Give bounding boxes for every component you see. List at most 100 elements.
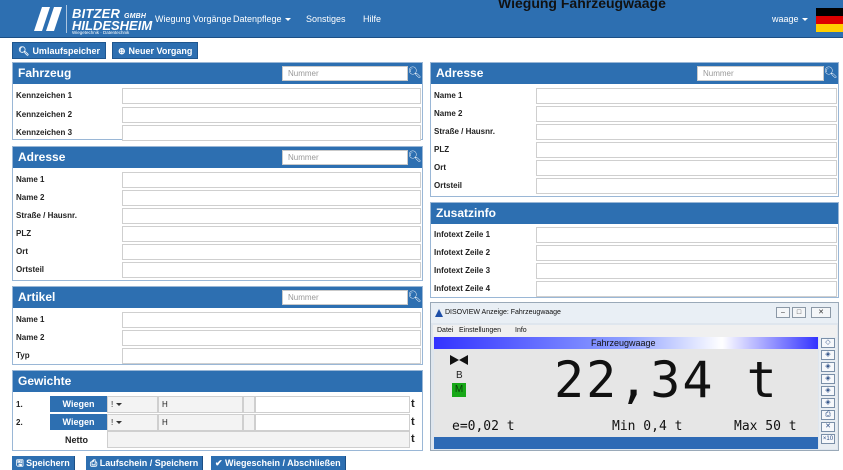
search-icon[interactable]: 🔍︎ [407, 150, 422, 165]
gewichte-h-field[interactable]: H [158, 414, 243, 431]
nav-wiegung[interactable]: Wiegung [155, 14, 191, 24]
infotext2-input[interactable] [536, 245, 837, 261]
minimize-icon[interactable]: – [776, 307, 790, 318]
ort-input[interactable] [122, 244, 421, 260]
close-icon[interactable]: ✕ [811, 307, 831, 318]
diamond-icon[interactable]: ◈ [821, 374, 835, 384]
wiegen-button[interactable]: Wiegen [50, 414, 107, 430]
cancel-x-icon[interactable]: ✕ [821, 422, 835, 432]
scale-name: Fahrzeugwaage [591, 338, 656, 348]
disoview-menubar: Datei Einstellungen Info [433, 325, 837, 337]
adresse-left-row: Ort [13, 243, 422, 260]
dropdown-value: ! [111, 400, 114, 409]
name1-input[interactable] [536, 88, 837, 104]
ortsteil-input[interactable] [122, 262, 421, 278]
umlaufspeicher-button[interactable]: 🔍︎ Umlaufspeicher [12, 42, 106, 59]
diamond-icon[interactable]: ◈ [821, 350, 835, 360]
gewicht-unit: t [411, 416, 415, 428]
menu-info[interactable]: Info [515, 327, 527, 334]
infotext1-label: Infotext Zeile 1 [434, 230, 491, 239]
fahrzeug-header: Fahrzeug Nummer 🔍︎ [13, 63, 422, 84]
menu-einstellungen[interactable]: Einstellungen [459, 327, 501, 334]
infotext3-input[interactable] [536, 263, 837, 279]
strasse-input[interactable] [536, 124, 837, 140]
adresse-right-search-input[interactable]: Nummer [697, 66, 824, 81]
search-icon: 🔍︎ [18, 46, 30, 56]
language-flag-icon[interactable] [816, 8, 843, 32]
speichern-button[interactable]: 🖫︎ Speichern [12, 456, 75, 470]
printer-icon[interactable]: ⎙ [821, 410, 835, 420]
diamond-icon[interactable]: ◈ [821, 362, 835, 372]
adresse-right-panel: Adresse Nummer 🔍︎ Name 1 Name 2 Straße /… [430, 62, 839, 197]
fahrzeug-search-input[interactable]: Nummer [282, 66, 408, 81]
name2-input[interactable] [536, 106, 837, 122]
nav-sonstiges[interactable]: Sonstiges [306, 14, 346, 24]
gewicht-value-field[interactable] [255, 414, 410, 431]
adresse-right-row: Name 2 [431, 105, 838, 122]
maximize-icon[interactable]: □ [792, 307, 806, 318]
gewichte-dropdown[interactable]: ! [107, 414, 158, 431]
gewichte-h-field[interactable]: H [158, 396, 243, 413]
zusatzinfo-row: Infotext Zeile 4 [431, 280, 838, 297]
artikel-name2-input[interactable] [122, 330, 421, 346]
wiegeschein-button[interactable]: ✔ Wiegeschein / Abschließen [211, 456, 346, 470]
nav-vorgaenge[interactable]: Vorgänge [193, 14, 232, 24]
netto-unit: t [411, 433, 415, 445]
search-icon[interactable]: 🔍︎ [407, 290, 422, 305]
strasse-input[interactable] [122, 208, 421, 224]
gewicht-unit: t [411, 398, 415, 410]
wiegen-button[interactable]: Wiegen [50, 396, 107, 412]
gewicht-value-field[interactable] [255, 396, 410, 413]
plz-input[interactable] [122, 226, 421, 242]
artikel-row: Typ [13, 347, 422, 364]
disoview-titlebar[interactable]: DISOVIEW Anzeige: Fahrzeugwaage – □ ✕ [431, 303, 838, 323]
brand-logo[interactable]: BITZER GMBH HILDESHEIM Wiegetechnik · Da… [30, 3, 152, 35]
weight-display: 22,34 t [554, 351, 779, 409]
infotext3-label: Infotext Zeile 3 [434, 266, 491, 275]
artikel-search-input[interactable]: Nummer [282, 290, 408, 305]
adresse-right-title: Adresse [436, 66, 484, 80]
zusatzinfo-panel: Zusatzinfo Infotext Zeile 1 Infotext Zei… [430, 202, 839, 298]
ort-label: Ort [434, 163, 446, 172]
kennzeichen3-input[interactable] [122, 125, 421, 141]
diamond-icon[interactable]: ◈ [821, 398, 835, 408]
name1-input[interactable] [122, 172, 421, 188]
min-value: Min 0,4 t [612, 419, 683, 434]
diamond-icon[interactable]: ◈ [821, 386, 835, 396]
gewichte-dropdown[interactable]: ! [107, 396, 158, 413]
user-menu[interactable]: waage [772, 14, 808, 24]
kennzeichen2-input[interactable] [122, 107, 421, 123]
artikel-header: Artikel Nummer 🔍︎ [13, 287, 422, 308]
ort-input[interactable] [536, 160, 837, 176]
zusatzinfo-title: Zusatzinfo [436, 206, 496, 220]
gewichte-small-field[interactable] [243, 414, 255, 431]
ort-label: Ort [16, 247, 28, 256]
fahrzeug-row: Kennzeichen 1 [13, 87, 422, 104]
neuer-vorgang-button[interactable]: ⊕ Neuer Vorgang [112, 42, 199, 59]
nav-hilfe[interactable]: Hilfe [363, 14, 381, 24]
times-ten-icon[interactable]: ×10 [821, 434, 835, 444]
strasse-label: Straße / Hausnr. [16, 211, 77, 220]
gewichte-small-field[interactable] [243, 396, 255, 413]
e-value: e=0,02 t [452, 419, 515, 434]
infotext4-input[interactable] [536, 281, 837, 297]
disoview-window: DISOVIEW Anzeige: Fahrzeugwaage – □ ✕ Da… [430, 302, 839, 451]
name2-input[interactable] [122, 190, 421, 206]
netto-value-field [107, 431, 410, 448]
kennzeichen1-input[interactable] [122, 88, 421, 104]
artikel-name1-input[interactable] [122, 312, 421, 328]
ortsteil-input[interactable] [536, 178, 837, 194]
search-icon[interactable]: 🔍︎ [823, 66, 838, 81]
menu-datei[interactable]: Datei [437, 327, 453, 334]
nav-datenpflege[interactable]: Datenpflege [233, 14, 291, 24]
top-navbar: BITZER GMBH HILDESHEIM Wiegetechnik · Da… [0, 0, 843, 38]
laufschein-button[interactable]: ⎙ Laufschein / Speichern [86, 456, 204, 470]
adresse-left-search-input[interactable]: Nummer [282, 150, 408, 165]
search-icon[interactable]: 🔍︎ [407, 66, 422, 81]
typ-input[interactable] [122, 348, 421, 364]
chevron-down-icon [116, 421, 123, 425]
printer-icon: ⎙ [90, 458, 100, 468]
arrow-right-icon[interactable]: ◇ [821, 338, 835, 348]
infotext1-input[interactable] [536, 227, 837, 243]
plz-input[interactable] [536, 142, 837, 158]
